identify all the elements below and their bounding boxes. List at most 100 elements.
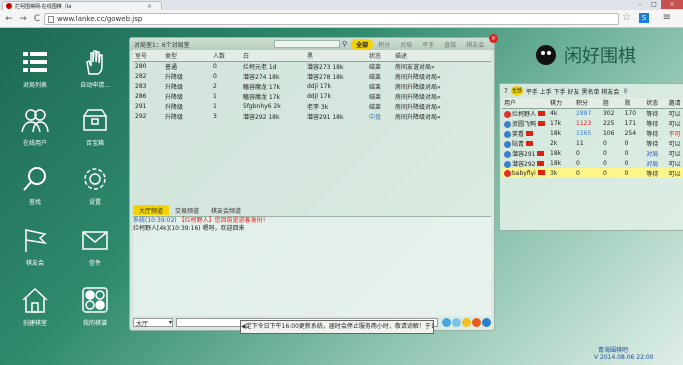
go-board-icon [82,287,108,313]
back-button[interactable]: ← [3,13,15,25]
table-row[interactable]: 笑看 18k 1565 106 254 等待 不可 [502,128,683,138]
table-row[interactable]: 潜容292 18k 0 0 0 对局 可以 [502,158,683,168]
user-avatar-icon [504,110,511,118]
extension-icon[interactable]: S [639,13,649,23]
column-header[interactable]: 胜 [600,98,623,109]
room-status: 结束 [369,94,382,101]
desktop-item-treasure-box[interactable]: 百宝箱 [65,106,125,147]
browser-menu-icon[interactable]: ≡ [663,12,671,23]
user-rank: 18k [550,129,562,137]
column-header[interactable]: 描述 [393,50,491,62]
desktop-item-my-records[interactable]: 我的棋谱 [65,286,125,327]
search-icon[interactable]: ⚲ [342,40,347,48]
chat-message: 烂柯野人[4k](10:39:16) 嗯呀，欢迎回来 [133,225,245,232]
emoji-icon[interactable] [462,317,471,327]
room-count: 2 [213,83,217,90]
user-score: 2887 [576,109,592,117]
table-row[interactable]: 资圆飞鸭 17k 1123 225 171 等待 可以 [502,118,683,128]
search-icon[interactable]: ⚲ [623,88,627,95]
column-header[interactable]: 白 [241,50,305,62]
settings-icon[interactable] [482,317,491,327]
window-controls: – □ × [633,0,683,9]
table-row[interactable]: 291 升降级 1 5fgbnhy6 2k 老李 3k 结束 房间升降级对局» [133,102,491,112]
column-header[interactable]: 类型 [163,50,211,62]
tab-even[interactable]: 平手 [417,39,439,50]
column-header[interactable]: 败 [622,98,645,109]
channel-select[interactable]: 大厅 ▾ [133,317,173,328]
room-search-input[interactable] [274,40,340,48]
send-icon[interactable] [442,317,451,327]
room-count: 0 [213,73,217,80]
desktop-item-auto-apply[interactable]: 自动申请... [65,48,125,89]
table-row[interactable]: 282 升降级 0 潜容274 18k 潜容278 18k 结束 房间升降级对局… [133,72,491,82]
picture-icon[interactable] [452,317,461,327]
table-row[interactable]: 烂柯野人 4k 2887 302 170 等待 可以 [502,108,683,118]
desktop-item-club[interactable]: 棋友会 [5,226,65,267]
filter-all-badge[interactable]: 全部 [510,86,523,96]
minimize-button[interactable]: – [633,0,647,9]
close-room-window-button[interactable]: × [489,34,498,43]
room-type: 升降级 [165,84,184,91]
tab-all[interactable]: 全部 [351,38,374,50]
user-name-cell: 烂柯野人 [502,108,548,118]
desktop-item-settings[interactable]: 设置 [65,165,125,206]
user-filters[interactable]: 平手 上手 下手 好友 黑名单 棋友会 [526,87,620,96]
announcement-ticker: ◀ 定下令日下午16:00更新系统，届时会停止服务两小时，敬请谅解！于18:0 [240,320,434,334]
browser-tab[interactable]: 烂柯围棋网-在线围棋（la × [2,1,162,10]
table-row[interactable]: babyflyi 3k 0 0 0 等待 可以 [502,168,683,178]
desktop-item-online-users[interactable]: 在线用户 [5,106,65,147]
user-status: 等待 [646,110,659,118]
user-invite: 可以 [668,120,681,128]
footer-link[interactable]: 青海围棋吧 [598,345,628,354]
tab-club-channel[interactable]: 棋友会频道 [205,205,247,215]
stop-icon[interactable] [472,317,481,327]
table-row[interactable]: 286 升降级 1 瞌容魔龙 17k ddjl 17k 结束 房间升降级对局» [133,92,491,102]
tab-direct[interactable]: 直接 [439,39,461,50]
tab-lobby-channel[interactable]: 大厅频道 [133,205,170,215]
tab-club[interactable]: 棋友会 [461,39,489,50]
reload-button[interactable]: C [31,13,43,25]
address-bar[interactable]: www.lanke.cc/goweb.jsp [44,13,619,25]
column-header[interactable]: 邀请 [666,98,683,109]
table-row[interactable]: 潜容291 18k 0 0 0 对局 可以 [502,148,683,158]
tab-close-icon[interactable]: × [147,3,152,10]
desktop-item-label: 信件 [88,260,101,267]
maximize-button[interactable]: □ [647,0,661,9]
user-status: 等待 [646,120,659,128]
forward-button[interactable]: → [17,13,29,25]
bookmark-star-icon[interactable]: ☆ [622,12,631,23]
user-lose: 0 [624,159,629,167]
room-black: 潜容273 18k [307,64,344,72]
column-header[interactable]: 黑 [305,50,367,62]
tab-trade-channel[interactable]: 交易频道 [169,205,205,215]
table-row[interactable]: 280 普通 0 烂柯元老 1d 潜容273 18k 结束 房间友谊对局» [133,62,491,72]
column-header[interactable]: 用户 [502,98,549,109]
mail-icon [82,231,108,250]
desktop-item-mail[interactable]: 信件 [65,226,125,267]
column-header[interactable]: 状态 [644,98,667,109]
tab-games[interactable]: 对局 [395,39,417,50]
room-no: 291 [135,103,147,110]
user-win: 302 [602,109,615,117]
tab-points[interactable]: 积分 [373,39,395,50]
desktop-item-game-list[interactable]: 对局列表 [5,48,65,89]
user-win: 225 [602,119,615,127]
table-row[interactable]: 陆青 2k 11 0 0 等待 可以 [502,138,683,148]
column-header[interactable]: 室号 [133,50,163,62]
column-header[interactable]: 积分 [574,98,601,109]
column-header[interactable]: 状态 [367,50,393,62]
desktop-item-label: 棋友会 [25,260,44,267]
column-header[interactable]: 棋力 [548,98,575,109]
column-header[interactable]: 人数 [211,50,241,62]
desktop-item-search[interactable]: 查找 [5,165,65,206]
grid-icon [23,52,47,72]
room-desc: 房间友谊对局» [395,64,435,72]
table-row[interactable]: 283 升降级 2 瞌容魔龙 17k ddjl 17k 结束 房间升降级对局» [133,82,491,92]
room-status: 中盘 [369,114,382,121]
table-row[interactable]: 292 升降级 3 潜容292 18k 潜容291 18k 中盘 房间升降级对局… [133,112,491,122]
user-rank: 17k [550,119,562,127]
desktop-item-create-room[interactable]: 创建棋室 [5,286,65,327]
close-window-button[interactable]: × [661,0,683,9]
user-score: 11 [576,139,584,147]
app-logo: 闲好围棋 [536,45,636,67]
